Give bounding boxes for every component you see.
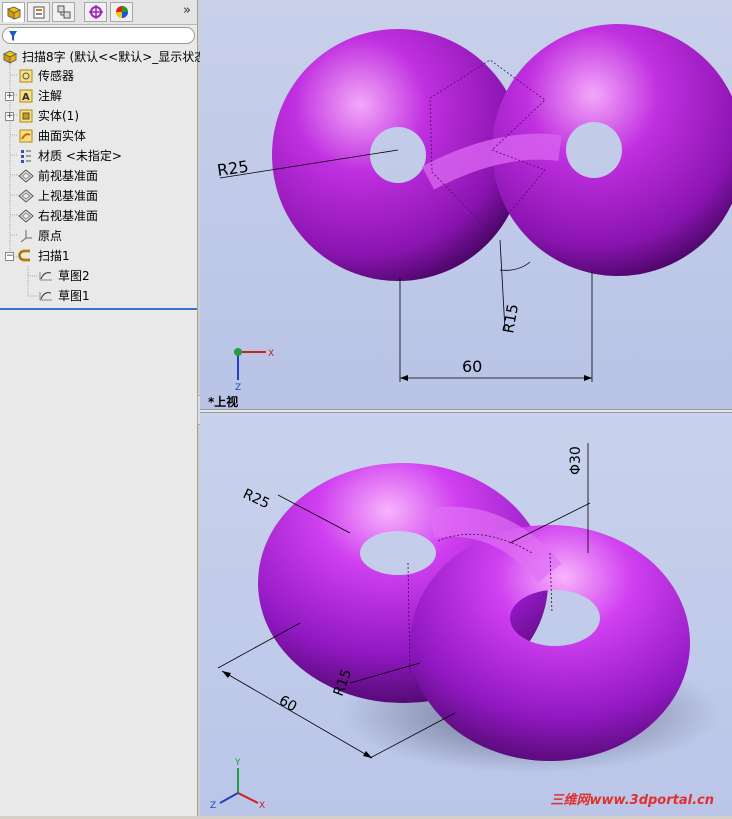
iso-view-graphics: R25 Φ30 R15 60 Y X Z	[210, 443, 720, 811]
sketch-icon	[38, 288, 54, 304]
configurationmanager-icon[interactable]	[52, 2, 75, 22]
part-icon	[2, 49, 18, 65]
annotation-icon: A	[18, 88, 34, 104]
filter-icon	[8, 28, 18, 45]
tree-item-label: 曲面实体	[38, 129, 87, 143]
viewport-isometric[interactable]: R25 Φ30 R15 60 Y X Z	[200, 413, 732, 816]
svg-text:A: A	[22, 92, 30, 103]
tree-item-label: 实体(1)	[38, 109, 79, 123]
dim-r25-iso-text: R25	[240, 486, 272, 512]
material-icon	[18, 148, 34, 164]
featuremanager-icon[interactable]	[2, 2, 25, 22]
tree-item-solid-bodies[interactable]: 实体(1)	[18, 107, 79, 125]
tree-item-right-plane[interactable]: 右视基准面	[18, 207, 98, 225]
tree-item-front-plane[interactable]: 前视基准面	[18, 167, 98, 185]
tree-item-origin[interactable]: 原点	[18, 227, 62, 245]
tree-item-label: 上视基准面	[38, 189, 99, 203]
axis-y-label: Y	[234, 758, 241, 768]
viewport-top[interactable]: R25 R15 60 X Z	[200, 0, 732, 409]
plane-icon	[18, 168, 34, 184]
sensor-icon	[18, 68, 34, 84]
dim-r25-text: R25	[216, 157, 250, 180]
tree-item-label: 扫描1	[38, 249, 70, 263]
tree-item-material[interactable]: 材质 <未指定>	[18, 147, 122, 165]
propertymanager-icon[interactable]	[27, 2, 50, 22]
top-view-graphics: R25 R15 60 X Z	[216, 24, 732, 393]
tree-item-label: 前视基准面	[38, 169, 99, 183]
tree-root-part[interactable]: 扫描8字 (默认<<默认>_显示状态	[2, 48, 206, 66]
tree-item-top-plane[interactable]: 上视基准面	[18, 187, 98, 205]
feature-manager-panel: » 扫描8字 (默认<<默认>_显示状态 传感器 + A 注解 + 实体(1)	[0, 0, 206, 816]
triad: X Z	[234, 348, 274, 393]
origin-icon	[18, 228, 34, 244]
sketch-icon	[38, 268, 54, 284]
expand-annotations-toggle[interactable]: +	[5, 92, 14, 101]
axis-z-label: Z	[210, 801, 216, 811]
plane-icon	[18, 188, 34, 204]
collapse-sweep-toggle[interactable]: −	[5, 252, 14, 261]
more-tabs-button[interactable]: »	[183, 3, 191, 18]
tree-item-label: 右视基准面	[38, 209, 99, 223]
axis-x-label: X	[268, 349, 274, 359]
tree-item-sweep1[interactable]: 扫描1	[18, 247, 70, 265]
tree-item-sensors[interactable]: 传感器	[18, 67, 74, 85]
tree-item-label: 草图1	[58, 289, 90, 303]
tree-item-label: 材质 <未指定>	[38, 149, 122, 163]
expand-solid-bodies-toggle[interactable]: +	[5, 112, 14, 121]
tree-item-label: 草图2	[58, 269, 90, 283]
tree-root-label: 扫描8字 (默认<<默认>_显示状态	[22, 50, 207, 64]
sweep-icon	[18, 248, 34, 264]
plane-icon	[18, 208, 34, 224]
dim-60: 60	[399, 272, 593, 382]
tree-item-sketch1[interactable]: 草图1	[38, 287, 90, 305]
axis-x-label: X	[259, 801, 265, 811]
dim-phi30-iso-text: Φ30	[568, 446, 584, 475]
tree-item-annotations[interactable]: A 注解	[18, 87, 62, 105]
tree-item-label: 注解	[38, 89, 63, 103]
rollback-bar[interactable]	[0, 308, 197, 310]
view-orientation-label: *上视	[208, 395, 239, 409]
tree-item-label: 原点	[38, 229, 63, 243]
dim-60-text: 60	[462, 357, 482, 376]
dim-r15-text: R15	[499, 303, 522, 335]
tree-filter-input[interactable]	[2, 27, 195, 44]
tree-item-surface-bodies[interactable]: 曲面实体	[18, 127, 86, 145]
dim-r15: R15	[499, 239, 531, 335]
triad-iso: Y X Z	[210, 758, 265, 811]
dim-60-iso-text: 60	[276, 693, 299, 716]
axis-z-label: Z	[235, 383, 241, 393]
surface-bodies-icon	[18, 128, 34, 144]
watermark: 三维网www.3dportal.cn	[550, 793, 714, 808]
tree-item-label: 传感器	[38, 69, 75, 83]
dimxpert-icon[interactable]	[84, 2, 107, 22]
manager-tabs: »	[0, 0, 197, 25]
display-manager-icon[interactable]	[110, 2, 133, 22]
solid-bodies-icon	[18, 108, 34, 124]
tree-item-sketch2[interactable]: 草图2	[38, 267, 90, 285]
